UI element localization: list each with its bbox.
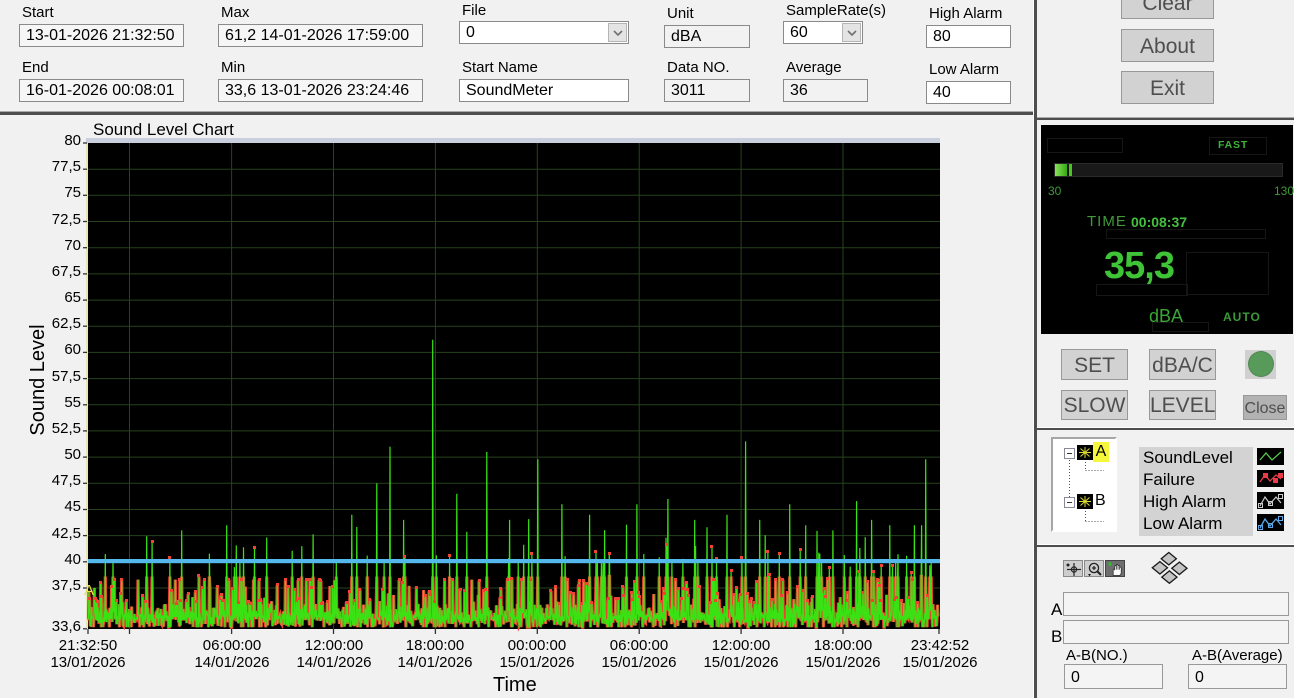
svg-text:Time: Time (493, 674, 537, 696)
svg-text:Sound Level Chart: Sound Level Chart (93, 120, 234, 139)
svg-text:A: A (84, 582, 94, 599)
